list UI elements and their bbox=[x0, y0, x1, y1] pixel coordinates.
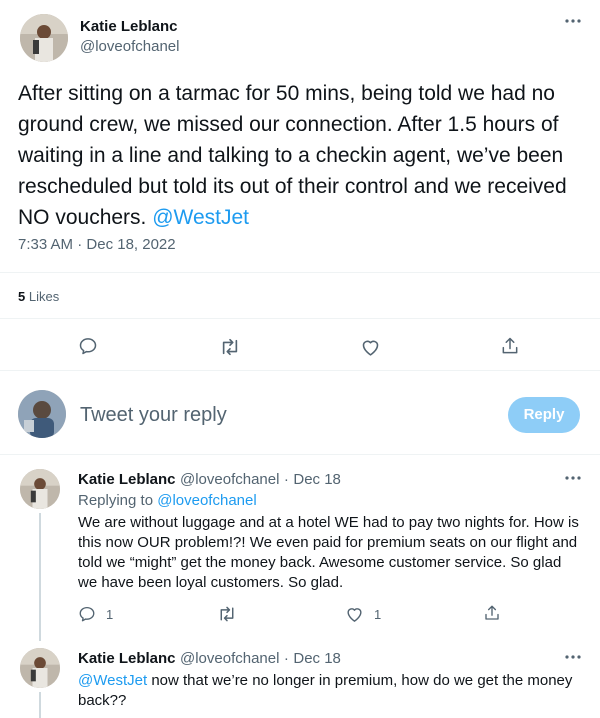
replying-to: Replying to @loveofchanel bbox=[78, 492, 257, 509]
user-avatar[interactable] bbox=[18, 390, 66, 438]
replying-to-label: Replying to bbox=[78, 492, 154, 509]
reply-author-handle[interactable]: @loveofchanel bbox=[180, 650, 279, 667]
author-name[interactable]: Katie Leblanc bbox=[80, 18, 178, 35]
reply-icon[interactable] bbox=[78, 336, 98, 356]
share-icon[interactable] bbox=[500, 336, 520, 356]
replying-to-handle[interactable]: @loveofchanel bbox=[157, 492, 256, 509]
reply-header: Katie Leblanc @loveofchanel · Dec 18 bbox=[78, 650, 341, 668]
like-count: 1 bbox=[374, 607, 382, 622]
reply-count: 1 bbox=[106, 607, 114, 622]
retweet-icon[interactable] bbox=[217, 605, 237, 623]
likes-label: Likes bbox=[28, 289, 60, 304]
reply-date[interactable]: Dec 18 bbox=[293, 471, 341, 488]
retweet-icon[interactable] bbox=[219, 337, 241, 357]
meta-dot: · bbox=[283, 471, 289, 488]
meta-dot: · bbox=[283, 650, 289, 667]
reply-text: @WestJet now that we’re no longer in pre… bbox=[78, 671, 583, 711]
reply-author-name[interactable]: Katie Leblanc bbox=[78, 471, 176, 488]
more-icon[interactable] bbox=[564, 18, 582, 24]
mention-link[interactable]: @WestJet bbox=[78, 672, 147, 689]
reply-date[interactable]: Dec 18 bbox=[293, 650, 341, 667]
more-icon[interactable] bbox=[564, 654, 582, 660]
likes-count: 5 bbox=[18, 289, 26, 304]
thread-line bbox=[39, 513, 41, 641]
reply-author-name[interactable]: Katie Leblanc bbox=[78, 650, 176, 667]
divider bbox=[0, 272, 600, 273]
likes-stat[interactable]: 5 Likes bbox=[18, 289, 59, 304]
share-icon[interactable] bbox=[483, 604, 501, 622]
tweet-date: Dec 18, 2022 bbox=[86, 236, 176, 253]
reply-icon[interactable] bbox=[78, 605, 96, 623]
author-avatar[interactable] bbox=[20, 14, 68, 62]
reply-input[interactable]: Tweet your reply bbox=[80, 404, 480, 427]
divider bbox=[0, 454, 600, 455]
mention-link[interactable]: @WestJet bbox=[152, 206, 249, 229]
reply-author-avatar[interactable] bbox=[20, 469, 60, 509]
tweet-body: After sitting on a tarmac for 50 mins, b… bbox=[18, 82, 567, 229]
reply-author-handle[interactable]: @loveofchanel bbox=[180, 471, 279, 488]
tweet-text: After sitting on a tarmac for 50 mins, b… bbox=[18, 78, 588, 233]
heart-icon[interactable] bbox=[360, 337, 381, 357]
divider bbox=[0, 318, 600, 319]
heart-icon[interactable] bbox=[345, 605, 364, 623]
reply-author-avatar[interactable] bbox=[20, 648, 60, 688]
reply-body: now that we’re no longer in premium, how… bbox=[78, 672, 573, 709]
thread-line bbox=[39, 692, 41, 718]
reply-button[interactable]: Reply bbox=[508, 397, 580, 433]
tweet-time: 7:33 AM bbox=[18, 236, 74, 253]
tweet-timestamp[interactable]: 7:33 AM · Dec 18, 2022 bbox=[18, 236, 176, 253]
reply-text: We are without luggage and at a hotel WE… bbox=[78, 514, 579, 591]
author-handle[interactable]: @loveofchanel bbox=[80, 38, 179, 55]
reply-header: Katie Leblanc @loveofchanel · Dec 18 bbox=[78, 471, 341, 489]
divider bbox=[0, 370, 600, 371]
meta-dot: · bbox=[77, 236, 83, 253]
more-icon[interactable] bbox=[564, 475, 582, 481]
